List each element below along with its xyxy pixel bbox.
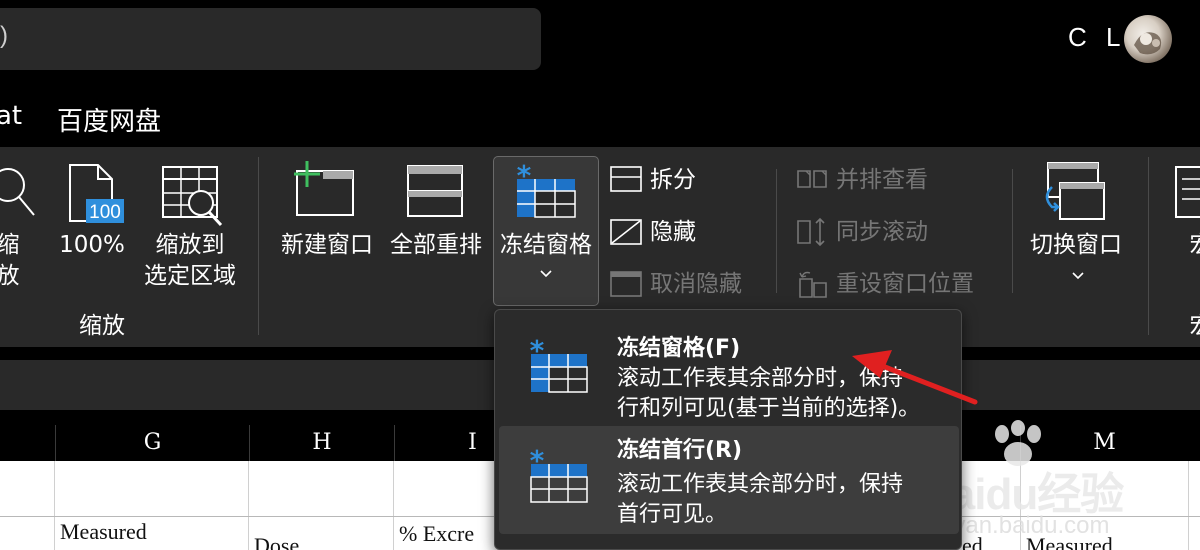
red-arrow-annotation: [852, 350, 978, 405]
